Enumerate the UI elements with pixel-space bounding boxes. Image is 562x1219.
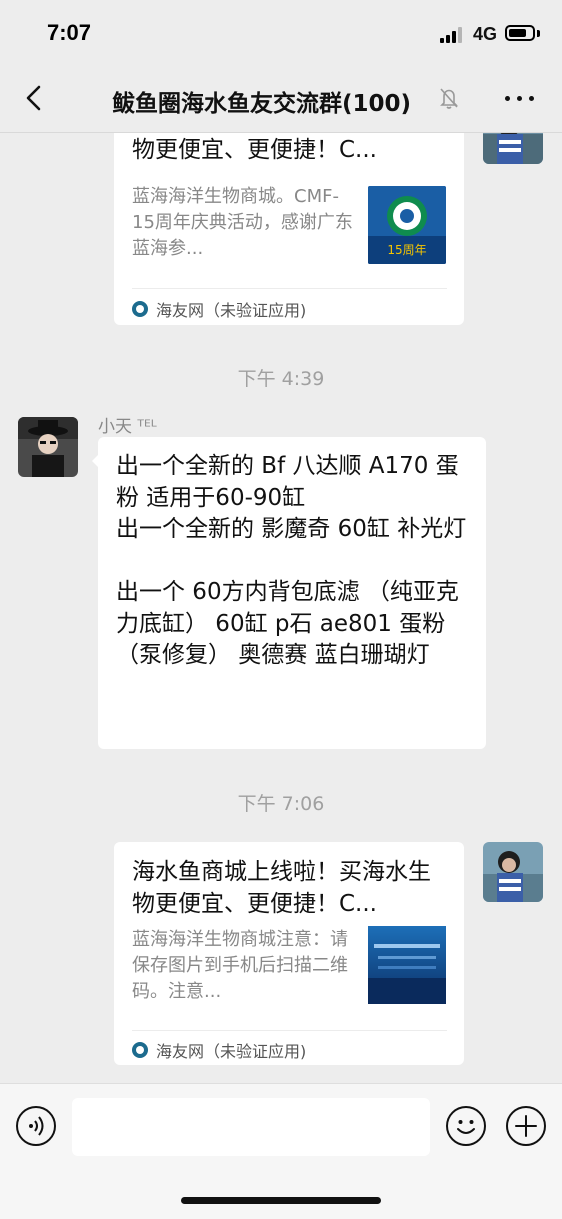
nav-bar: 鲅鱼圈海水鱼友交流群(100) [0, 66, 562, 133]
chat-area[interactable]: 海水鱼商城上线啦！买海水生物更便宜、更便捷！C... 蓝海海洋生物商城。CMF-… [0, 132, 562, 1083]
ellipsis-icon[interactable] [505, 96, 535, 102]
plus-button[interactable] [506, 1106, 546, 1146]
card-source: 海友网（未验证应用) [132, 1038, 306, 1062]
chevron-left-icon[interactable] [20, 83, 50, 113]
thumb-text: 15周年 [387, 243, 426, 257]
network-label: 4G [473, 24, 498, 44]
app-source-icon [132, 301, 148, 317]
avatar[interactable] [483, 132, 543, 164]
card-divider [132, 288, 447, 289]
card-description: 蓝海海洋生物商城注意：请保存图片到手机后扫描二维码。注意... [132, 929, 348, 1002]
card-source: 海友网（未验证应用) [132, 297, 306, 321]
avatar[interactable] [483, 842, 543, 902]
plus-icon [515, 1115, 537, 1137]
link-card[interactable]: 海水鱼商城上线啦！买海水生物更便宜、更便捷！C... 蓝海海洋生物商城注意：请保… [114, 842, 464, 1065]
voice-button[interactable] [16, 1106, 56, 1146]
card-source-label: 海友网（未验证应用) [156, 1042, 307, 1061]
emoji-button[interactable] [446, 1106, 486, 1146]
battery-tip [537, 30, 540, 37]
status-bar: 7:07 4G [0, 0, 562, 66]
card-description: 蓝海海洋生物商城。CMF-15周年庆典活动，感谢广东蓝海参... [132, 186, 353, 259]
smiley-icon [457, 1120, 475, 1134]
message-input[interactable] [72, 1098, 430, 1156]
voice-icon [29, 1116, 44, 1136]
home-indicator[interactable] [181, 1197, 381, 1204]
timestamp: 下午 7:06 [237, 793, 325, 815]
sender-avatar[interactable] [18, 417, 78, 477]
timestamp: 下午 4:39 [237, 368, 325, 390]
card-thumbnail: 15周年 [368, 186, 446, 264]
message-text: 出一个全新的 Bf 八达顺 A170 蛋粉 适用于60-90缸 出一个全新的 影… [116, 453, 467, 668]
signal-icon [440, 27, 466, 43]
app-source-icon [132, 1042, 148, 1058]
message-bubble[interactable]: 出一个全新的 Bf 八达顺 A170 蛋粉 适用于60-90缸 出一个全新的 影… [98, 437, 486, 749]
status-time: 7:07 [47, 20, 92, 45]
card-title: 海水鱼商城上线啦！买海水生物更便宜、更便捷！C... [132, 859, 431, 917]
card-divider [132, 1030, 447, 1031]
card-title: 海水鱼商城上线啦！买海水生物更便宜、更便捷！C... [132, 137, 377, 163]
card-thumbnail [368, 926, 446, 1004]
chat-title: 鲅鱼圈海水鱼友交流群(100) [112, 91, 412, 117]
card-source-label: 海友网（未验证应用) [156, 301, 307, 320]
battery-icon [505, 25, 535, 41]
sender-name: 小天 ᵀᴱᴸ [98, 417, 157, 437]
bell-slash-icon [440, 88, 458, 109]
link-card[interactable]: 海水鱼商城上线啦！买海水生物更便宜、更便捷！C... 蓝海海洋生物商城。CMF-… [114, 132, 464, 325]
